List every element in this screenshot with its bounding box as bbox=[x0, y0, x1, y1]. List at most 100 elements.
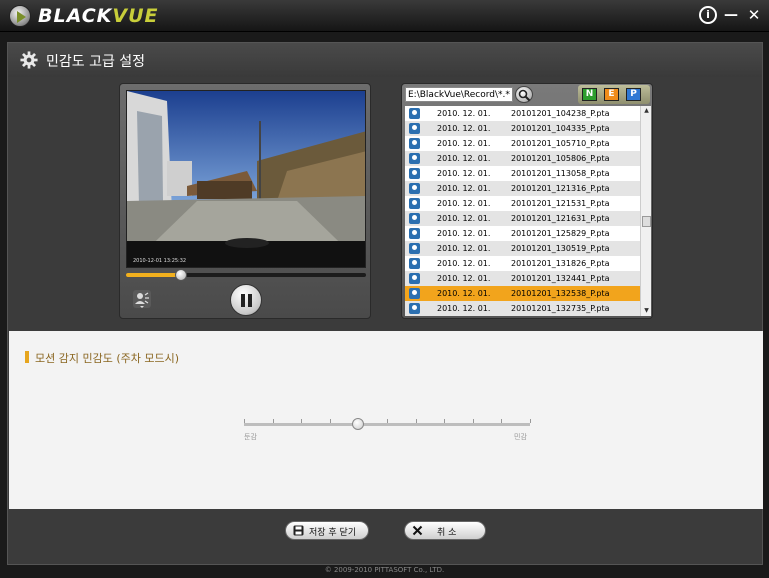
slider-low-label: 둔감 bbox=[244, 433, 257, 441]
video-file-icon bbox=[409, 228, 420, 239]
file-list-row[interactable]: 2010. 12. 01. 20101201_125829_P.pta bbox=[405, 226, 640, 241]
brand-logo: BLACKVUE bbox=[38, 5, 159, 27]
sensitivity-section: 모션 감지 민감도 (주차 모드시) 둔감 민감 bbox=[9, 331, 763, 509]
search-icon bbox=[518, 89, 531, 102]
file-list-row[interactable]: 2010. 12. 01. 20101201_105710_P.pta bbox=[405, 136, 640, 151]
playback-progress-bar[interactable] bbox=[126, 269, 366, 281]
video-file-icon bbox=[409, 153, 420, 164]
file-list-row[interactable]: 2010. 12. 01. 20101201_121316_P.pta bbox=[405, 181, 640, 196]
file-list-row[interactable]: 2010. 12. 01. 20101201_113058_P.pta bbox=[405, 166, 640, 181]
file-name: 20101201_105806_P.pta bbox=[511, 154, 610, 163]
file-name: 20101201_132735_P.pta bbox=[511, 304, 610, 313]
file-date: 2010. 12. 01. bbox=[437, 124, 491, 133]
filter-event-button[interactable]: E bbox=[604, 88, 619, 101]
file-name: 20101201_121631_P.pta bbox=[511, 214, 610, 223]
file-name: 20101201_113058_P.pta bbox=[511, 169, 610, 178]
file-list-row[interactable]: 2010. 12. 01. 20101201_104335_P.pta bbox=[405, 121, 640, 136]
file-name: 20101201_104238_P.pta bbox=[511, 109, 610, 118]
file-name: 20101201_104335_P.pta bbox=[511, 124, 610, 133]
file-type-filters: N E P bbox=[578, 85, 650, 104]
file-name: 20101201_121531_P.pta bbox=[511, 199, 610, 208]
file-date: 2010. 12. 01. bbox=[437, 214, 491, 223]
file-date: 2010. 12. 01. bbox=[437, 244, 491, 253]
close-icon[interactable]: ✕ bbox=[745, 6, 763, 24]
video-file-icon bbox=[409, 303, 420, 314]
video-file-icon bbox=[409, 198, 420, 209]
file-list-row[interactable]: 2010. 12. 01. 20101201_130519_P.pta bbox=[405, 241, 640, 256]
section-title: 모션 감지 민감도 (주차 모드시) bbox=[35, 352, 180, 365]
video-file-icon bbox=[409, 213, 420, 224]
file-date: 2010. 12. 01. bbox=[437, 199, 491, 208]
file-list-row[interactable]: 2010. 12. 01. 20101201_121531_P.pta bbox=[405, 196, 640, 211]
filter-parking-button[interactable]: P bbox=[626, 88, 641, 101]
pause-button[interactable] bbox=[230, 284, 262, 316]
search-button[interactable] bbox=[515, 86, 533, 103]
brand-black: BLACK bbox=[38, 5, 113, 27]
save-and-close-label: 저장 후 닫기 bbox=[309, 528, 357, 538]
scroll-thumb[interactable] bbox=[642, 216, 651, 227]
blackvue-logo-icon bbox=[9, 5, 31, 27]
video-file-icon bbox=[409, 273, 420, 284]
page-header: 민감도 고급 설정 bbox=[8, 43, 762, 77]
file-list-row[interactable]: 2010. 12. 01. 20101201_132735_P.pta bbox=[405, 301, 640, 316]
video-file-icon bbox=[409, 123, 420, 134]
dashcam-video-image bbox=[127, 91, 365, 267]
section-marker bbox=[25, 351, 29, 363]
file-date: 2010. 12. 01. bbox=[437, 109, 491, 118]
video-file-icon bbox=[409, 288, 420, 299]
file-name: 20101201_132538_P.pta bbox=[511, 289, 610, 298]
save-and-close-button[interactable]: 저장 후 닫기 bbox=[285, 521, 369, 540]
gear-icon bbox=[20, 51, 38, 69]
sensitivity-slider-track[interactable] bbox=[244, 423, 530, 426]
file-date: 2010. 12. 01. bbox=[437, 259, 491, 268]
filter-normal-button[interactable]: N bbox=[582, 88, 597, 101]
file-list-scrollbar[interactable]: ▲ ▼ bbox=[640, 106, 651, 316]
scroll-up-icon[interactable]: ▲ bbox=[641, 106, 652, 116]
file-list-row[interactable]: 2010. 12. 01. 20101201_105806_P.pta bbox=[405, 151, 640, 166]
file-list: 2010. 12. 01. 20101201_104238_P.pta 2010. … bbox=[405, 106, 640, 316]
main-frame: 민감도 고급 설정 2010-12-01 13:25:32 E:\BlackVu… bbox=[7, 42, 763, 565]
file-list-row[interactable]: 2010. 12. 01. 20101201_131826_P.pta bbox=[405, 256, 640, 271]
video-file-icon bbox=[409, 258, 420, 269]
file-list-row[interactable]: 2010. 12. 01. 20101201_104238_P.pta bbox=[405, 106, 640, 121]
video-timestamp: 2010-12-01 13:25:32 bbox=[133, 258, 187, 264]
file-browser-panel: N E P 2010. 12. 01. 20101201_104238_P.pta… bbox=[401, 83, 653, 319]
file-date: 2010. 12. 01. bbox=[437, 139, 491, 148]
file-date: 2010. 12. 01. bbox=[437, 154, 491, 163]
video-file-icon bbox=[409, 168, 420, 179]
progress-knob[interactable] bbox=[175, 269, 188, 281]
sensitivity-slider-knob[interactable] bbox=[352, 418, 365, 430]
video-file-icon bbox=[409, 108, 420, 119]
slider-tick bbox=[530, 419, 531, 423]
file-name: 20101201_125829_P.pta bbox=[511, 229, 610, 238]
file-list-row[interactable]: 2010. 12. 01. 20101201_132441_P.pta bbox=[405, 271, 640, 286]
title-bar: BLACKVUE i — ✕ bbox=[0, 0, 769, 32]
file-date: 2010. 12. 01. bbox=[437, 289, 491, 298]
file-name: 20101201_105710_P.pta bbox=[511, 139, 610, 148]
progress-fill bbox=[126, 273, 182, 277]
cancel-label: 취 소 bbox=[437, 528, 457, 538]
cancel-button[interactable]: 취 소 bbox=[404, 521, 486, 540]
file-list-row[interactable]: 2010. 12. 01. 20101201_132538_P.pta bbox=[405, 286, 640, 301]
microphone-icon[interactable] bbox=[132, 289, 152, 309]
info-icon[interactable]: i bbox=[699, 6, 717, 24]
scroll-down-icon[interactable]: ▼ bbox=[641, 306, 652, 316]
file-name: 20101201_131826_P.pta bbox=[511, 259, 610, 268]
video-file-icon bbox=[409, 138, 420, 149]
file-date: 2010. 12. 01. bbox=[437, 229, 491, 238]
minimize-icon[interactable]: — bbox=[722, 6, 740, 24]
file-date: 2010. 12. 01. bbox=[437, 184, 491, 193]
path-input[interactable] bbox=[405, 87, 513, 102]
page-title: 민감도 고급 설정 bbox=[46, 54, 146, 70]
copyright-footer: © 2009-2010 PITTASOFT Co., LTD. bbox=[324, 566, 445, 574]
file-date: 2010. 12. 01. bbox=[437, 274, 491, 283]
video-player-panel: 2010-12-01 13:25:32 bbox=[119, 83, 371, 319]
save-icon bbox=[293, 525, 304, 536]
slider-high-label: 민감 bbox=[514, 433, 527, 441]
file-list-row[interactable]: 2010. 12. 01. 20101201_121631_P.pta bbox=[405, 211, 640, 226]
file-name: 20101201_132441_P.pta bbox=[511, 274, 610, 283]
cancel-x-icon bbox=[412, 525, 423, 536]
video-frame[interactable]: 2010-12-01 13:25:32 bbox=[126, 90, 366, 268]
file-name: 20101201_130519_P.pta bbox=[511, 244, 610, 253]
video-file-icon bbox=[409, 243, 420, 254]
